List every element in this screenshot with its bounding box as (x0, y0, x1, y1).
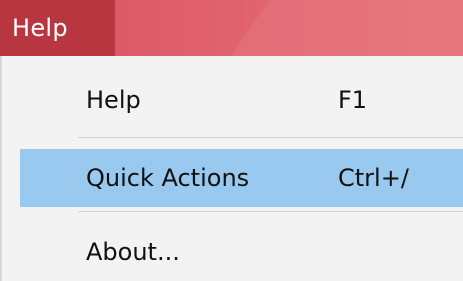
menu-item-quick-actions[interactable]: Quick Actions Ctrl+/ (20, 149, 463, 207)
menu-item-shortcut: F1 (338, 86, 368, 114)
menu-item-label: About... (86, 238, 180, 266)
menu-item-label: Help (86, 86, 141, 114)
menu-item-shortcut: Ctrl+/ (338, 164, 409, 192)
menu-item-label: Quick Actions (86, 164, 250, 192)
menu-bar: Help (0, 0, 463, 56)
help-dropdown-menu: Help F1 Quick Actions Ctrl+/ About... (0, 56, 463, 281)
menu-separator (78, 137, 463, 138)
menu-item-about[interactable]: About... (20, 223, 463, 281)
menu-item-help[interactable]: Help F1 (20, 71, 463, 129)
menu-help[interactable]: Help (0, 0, 115, 56)
menu-separator (78, 211, 463, 212)
